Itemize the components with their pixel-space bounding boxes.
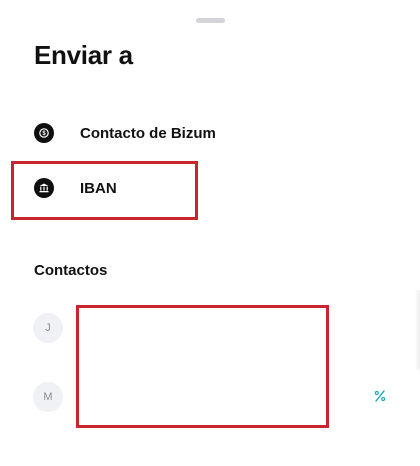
- drag-handle[interactable]: [196, 18, 225, 23]
- page-title: Enviar a: [34, 40, 133, 70]
- option-bizum-contact[interactable]: $ Contacto de Bizum: [0, 113, 300, 153]
- option-label: Contacto de Bizum: [80, 124, 216, 142]
- scroll-edge-shadow: [414, 290, 420, 370]
- bank-icon: [34, 178, 54, 198]
- send-to-sheet: Enviar a $ Contacto de Bizum IBAN Contac…: [0, 0, 420, 466]
- contact-group-row[interactable]: M: [0, 381, 420, 413]
- avatar: M: [33, 382, 63, 412]
- percent-badge-icon: [374, 390, 386, 402]
- contacts-section-title: Contactos: [34, 262, 108, 279]
- contact-group-row[interactable]: J: [0, 312, 420, 344]
- coin-icon: $: [34, 123, 54, 143]
- option-label: IBAN: [80, 179, 117, 197]
- avatar: J: [33, 313, 63, 343]
- option-iban[interactable]: IBAN: [0, 168, 300, 208]
